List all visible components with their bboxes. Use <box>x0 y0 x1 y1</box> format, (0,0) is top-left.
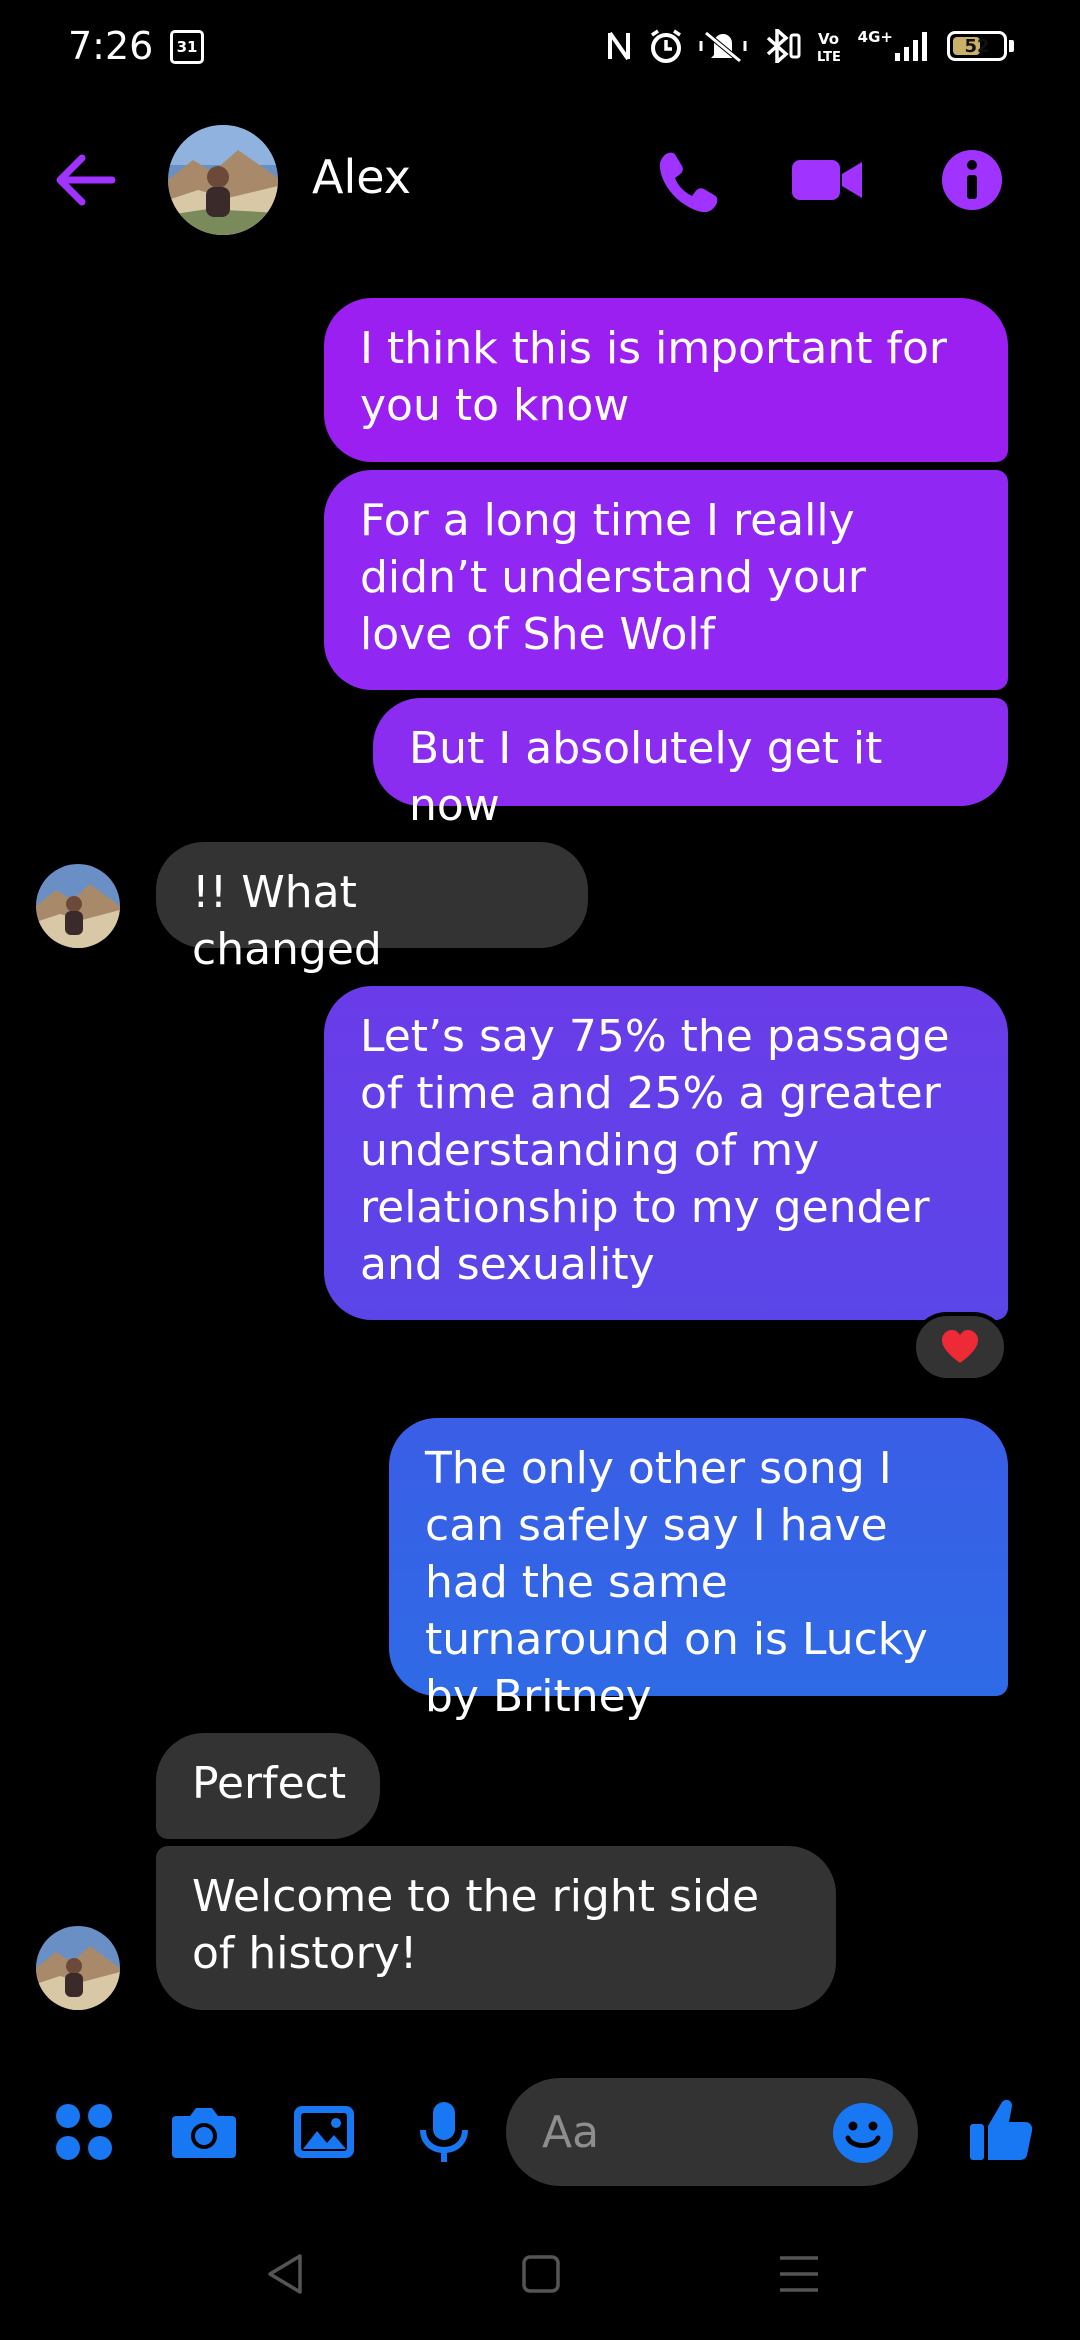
svg-text:LTE: LTE <box>817 50 841 63</box>
like-button[interactable] <box>968 2096 1033 2160</box>
gallery-button[interactable] <box>292 2100 356 2164</box>
info-icon <box>942 150 1002 210</box>
message-reaction[interactable] <box>912 1312 1008 1382</box>
message-bubble[interactable]: For a long time I really didn’t understa… <box>324 470 1008 690</box>
svg-text:Vo: Vo <box>818 30 839 48</box>
message-bubble[interactable]: Welcome to the right side of history! <box>156 1846 836 2010</box>
calendar-icon: 31 <box>170 30 204 64</box>
message-bubble[interactable]: The only other song I can safely say I h… <box>389 1418 1008 1722</box>
network-type: 4G+ <box>857 28 893 46</box>
gallery-icon <box>294 2106 354 2158</box>
video-icon <box>792 160 862 200</box>
square-home-icon <box>522 2255 560 2293</box>
message-bubble[interactable]: !! What changed <box>156 842 588 975</box>
alarm-icon <box>650 29 681 63</box>
phone-icon <box>659 152 718 213</box>
nav-back-button[interactable] <box>262 2252 312 2296</box>
microphone-icon <box>420 2102 468 2162</box>
thumbs-up-icon <box>970 2099 1033 2160</box>
emoji-icon <box>833 2103 893 2163</box>
heart-icon <box>942 1330 978 1363</box>
message-bubble[interactable]: I think this is important for you to kno… <box>324 298 1008 462</box>
system-nav-bar <box>0 2230 1080 2310</box>
status-bar: 7:26 31 Vo LTE 4G+ 52 <box>0 0 1080 96</box>
status-time: 7:26 <box>68 24 154 68</box>
chat-header: Alex <box>0 110 1080 250</box>
apps-icon <box>56 2104 112 2160</box>
menu-recents-icon <box>780 2256 818 2292</box>
triangle-back-icon <box>268 2254 302 2294</box>
contact-avatar-small[interactable] <box>36 1926 120 2010</box>
status-icons: Vo LTE 4G+ 52 <box>604 28 1014 64</box>
message-bubble[interactable]: But I absolutely get it now <box>373 698 1008 831</box>
message-composer <box>0 2070 1080 2190</box>
back-arrow-icon <box>56 154 116 206</box>
apps-button[interactable] <box>52 2100 116 2164</box>
contact-avatar-small[interactable] <box>36 864 120 948</box>
emoji-button[interactable] <box>832 2102 894 2164</box>
camera-icon <box>172 2108 236 2158</box>
nfc-icon <box>607 31 630 61</box>
video-call-button[interactable] <box>790 148 862 212</box>
contact-name[interactable]: Alex <box>312 150 411 204</box>
battery-icon: 52 <box>947 31 1014 61</box>
voice-button[interactable] <box>414 2100 478 2164</box>
message-bubble[interactable]: Let’s say 75% the passage of time and 25… <box>324 986 1008 1320</box>
bluetooth-icon <box>766 29 801 63</box>
info-button[interactable] <box>940 148 1010 212</box>
message-bubble[interactable]: Perfect <box>156 1733 380 1839</box>
nav-home-button[interactable] <box>516 2252 566 2296</box>
nav-recents-button[interactable] <box>774 2252 824 2296</box>
contact-avatar[interactable] <box>168 125 278 235</box>
volte-icon: Vo LTE <box>817 30 841 63</box>
battery-level: 52 <box>964 35 990 57</box>
back-button[interactable] <box>50 150 120 210</box>
camera-button[interactable] <box>170 2100 236 2164</box>
signal-icon <box>895 32 927 61</box>
audio-call-button[interactable] <box>652 148 722 213</box>
mute-icon <box>699 31 747 63</box>
